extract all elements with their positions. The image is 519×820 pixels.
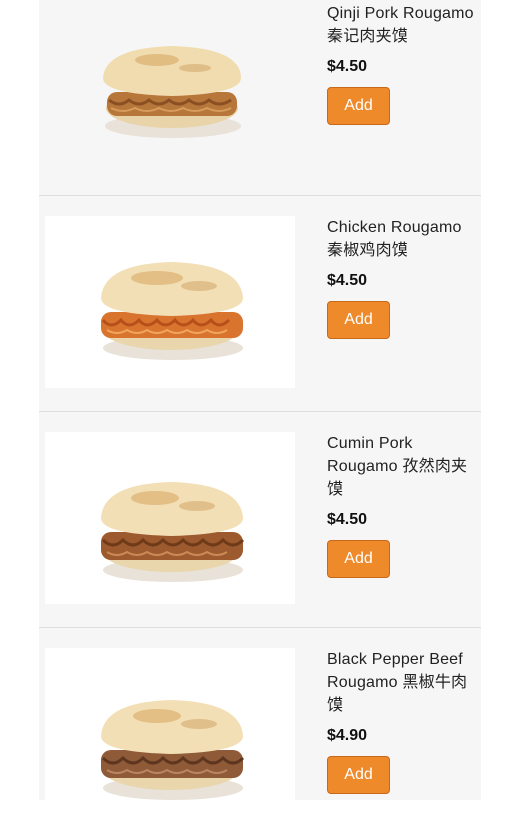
rougamo-cumin-pork-image[interactable] — [45, 432, 295, 604]
add-button[interactable]: Add — [327, 540, 390, 578]
item-price: $4.90 — [327, 727, 368, 744]
rougamo-pork-image[interactable] — [45, 8, 295, 180]
item-info: Cumin Pork Rougamo 孜然肉夹馍 $4.50 Add — [327, 432, 477, 578]
item-name: Chicken Rougamo 秦椒鸡肉馍 — [327, 219, 462, 259]
add-button[interactable]: Add — [327, 301, 390, 339]
menu-item: Chicken Rougamo 秦椒鸡肉馍 $4.50 Add — [39, 196, 481, 412]
item-price: $4.50 — [327, 58, 368, 75]
add-button[interactable]: Add — [327, 87, 390, 125]
menu-item: Qinji Pork Rougamo 秦记肉夹馍 $4.50 Add — [39, 0, 481, 196]
item-price: $4.50 — [327, 272, 368, 289]
item-price: $4.50 — [327, 511, 368, 528]
rougamo-beef-image[interactable] — [45, 648, 295, 820]
item-info: Black Pepper Beef Rougamo 黑椒牛肉馍 $4.90 Ad… — [327, 648, 477, 794]
item-info: Qinji Pork Rougamo 秦记肉夹馍 $4.50 Add — [327, 2, 477, 125]
menu-item: Cumin Pork Rougamo 孜然肉夹馍 $4.50 Add — [39, 412, 481, 628]
add-button[interactable]: Add — [327, 756, 390, 794]
item-name: Qinji Pork Rougamo 秦记肉夹馍 — [327, 5, 474, 45]
item-info: Chicken Rougamo 秦椒鸡肉馍 $4.50 Add — [327, 216, 477, 339]
menu-list: Qinji Pork Rougamo 秦记肉夹馍 $4.50 Add Chick… — [39, 0, 481, 820]
menu-item: Black Pepper Beef Rougamo 黑椒牛肉馍 $4.90 Ad… — [39, 628, 481, 820]
item-name: Cumin Pork Rougamo 孜然肉夹馍 — [327, 435, 468, 498]
rougamo-chicken-image[interactable] — [45, 216, 295, 388]
item-name: Black Pepper Beef Rougamo 黑椒牛肉馍 — [327, 651, 468, 714]
